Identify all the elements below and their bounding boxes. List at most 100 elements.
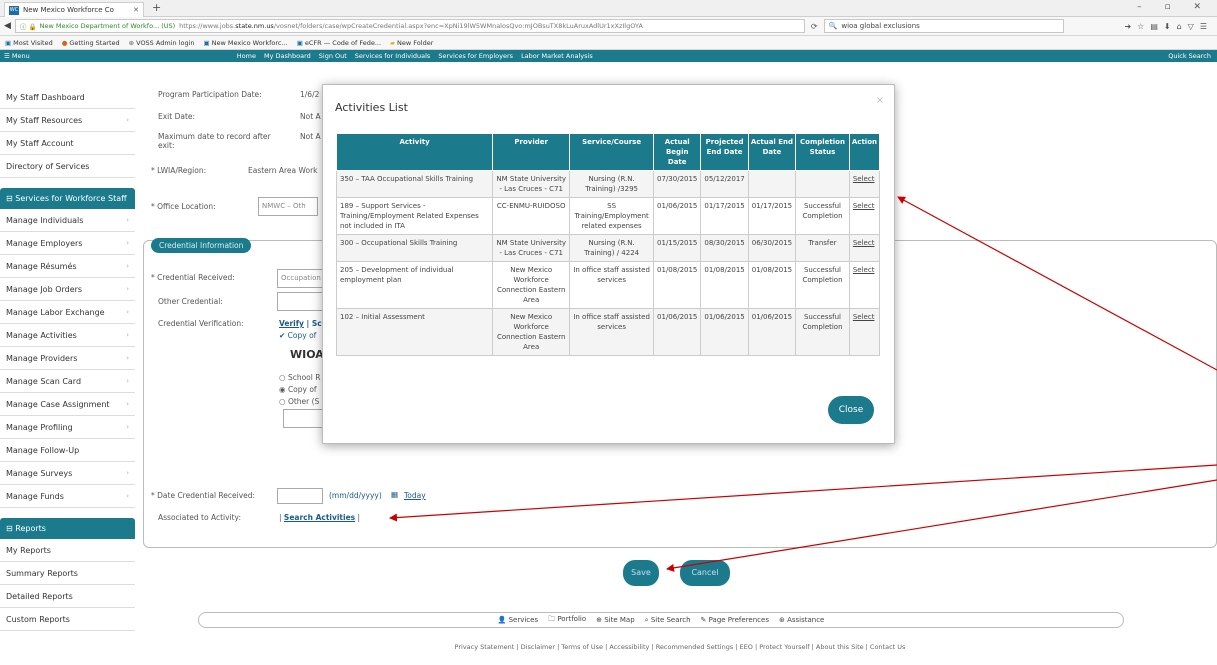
cell-activity: 205 – Development of individual employme… [335,261,494,309]
calendar-icon[interactable]: ▦ [391,490,398,499]
sidebar-item[interactable]: Manage Surveys › [0,462,135,485]
select-link[interactable]: Select [848,308,881,356]
sidebar: My Staff Dashboard My Staff Resources › M… [0,86,135,665]
browser-tab[interactable]: WC New Mexico Workforce Co ✕ [4,2,144,17]
sidebar-item[interactable]: Manage Résumés › [0,255,135,278]
today-link[interactable]: Today [404,491,426,500]
chevron-right-icon: › [126,331,129,339]
sidebar-item[interactable]: Manage Labor Exchange › [0,301,135,324]
sidebar-item[interactable]: Manage Follow-Up [0,439,135,462]
sidebar-item-label: Manage Follow-Up [6,445,80,455]
exit-date-label: Exit Date: [158,112,196,121]
footer-page-preferences[interactable]: ✎ Page Preferences [701,616,769,624]
radio-other[interactable]: ○ Other (S [279,397,319,406]
sidebar-item[interactable]: Summary Reports [0,562,135,585]
url-path: /vosnet/folders/case/wpCreateCredential.… [273,22,643,30]
radio-copy-of[interactable]: ◉ Copy of [279,385,317,394]
nav-labor-market[interactable]: Labor Market Analysis [521,52,593,60]
toolbar-icons[interactable]: ➜☆▤⬇⌂▽☰ [1124,22,1213,31]
cell-actual-end: 06/30/2015 [747,234,797,262]
sidebar-item[interactable]: Manage Job Orders › [0,278,135,301]
search-activities-link[interactable]: Search Activities [284,513,355,522]
bookmark-label: VOSS Admin login [136,38,195,47]
footer-site-search[interactable]: ⌕ Site Search [645,616,691,625]
cell-activity: 300 – Occupational Skills Training [335,234,494,262]
cancel-button[interactable]: Cancel [680,560,730,586]
cell-provider: NM State University - Las Cruces - C71 [492,170,571,198]
address-bar[interactable]: ⓘ 🔒 New Mexico Department of Workfo... (… [14,19,805,33]
site-nav-links: Home My Dashboard Sign Out Services for … [237,52,593,60]
bookmark-item[interactable]: ▰ New Folder [390,39,433,47]
sidebar-item[interactable]: Manage Profiling › [0,416,135,439]
select-link[interactable]: Select [848,197,881,235]
sidebar-item[interactable]: My Staff Resources › [0,109,135,132]
radio-school-record[interactable]: ○ School R [279,373,320,382]
table-row: 189 – Support Services - Training/Employ… [335,197,881,235]
chevron-right-icon: › [126,308,129,316]
bookmark-item[interactable]: ▣ eCFR — Code of Fede... [297,39,381,47]
sidebar-item[interactable]: Manage Employers › [0,232,135,255]
nav-services-individuals[interactable]: Services for Individuals [355,52,431,60]
sidebar-item[interactable]: My Staff Dashboard [0,86,135,109]
close-icon[interactable]: × [876,95,884,106]
col-actual-begin: Actual Begin Date [653,133,702,171]
sidebar-item[interactable]: Custom Reports [0,608,135,631]
footer-services[interactable]: 👤 Services [498,616,538,624]
footer-assistance[interactable]: ⊛ Assistance [779,616,824,624]
office-location-select[interactable]: NMWC – Oth [258,197,318,216]
sidebar-item[interactable]: Manage Providers › [0,347,135,370]
bookmark-item[interactable]: ⊛ VOSS Admin login [129,39,195,47]
cell-status: Successful Completion [795,261,850,309]
sidebar-item[interactable]: Directory of Services [0,155,135,178]
bookmark-item[interactable]: ▣ Most Visited [5,39,53,47]
sidebar-section-workforce[interactable]: ⊟ Services for Workforce Staff [0,188,135,209]
footer-links[interactable]: Privacy Statement | Disclaimer | Terms o… [143,643,1217,651]
sidebar-item-label: My Staff Resources [6,115,83,125]
sidebar-item[interactable]: Detailed Reports [0,585,135,608]
sidebar-item[interactable]: My Staff Account [0,132,135,155]
table-header-row: Activity Provider Service/Course Actual … [335,133,881,171]
window-controls[interactable]: – ▫ ✕ [1137,2,1211,12]
back-icon[interactable]: ◀ [4,21,11,31]
select-link[interactable]: Select [848,261,881,309]
sidebar-item[interactable]: My Reports [0,539,135,562]
menu-button[interactable]: ☰ Menu [4,52,30,60]
col-completion-status: Completion Status [795,133,850,171]
new-tab-icon[interactable]: + [152,1,161,14]
associated-activity-label: Associated to Activity: [158,513,241,522]
search-activities-wrap: | Search Activities | [279,513,361,522]
lock-icon: ⓘ 🔒 [19,23,37,31]
verify-link[interactable]: Verify [279,319,304,328]
sidebar-item[interactable]: Manage Individuals › [0,209,135,232]
close-tab-icon[interactable]: ✕ [133,6,139,14]
close-button[interactable]: Close [828,396,874,424]
col-actual-end: Actual End Date [747,133,797,171]
cell-service: Nursing (R.N. Training) /3295 [569,170,655,198]
nav-sign-out[interactable]: Sign Out [319,52,347,60]
select-link[interactable]: Select [848,234,881,262]
bookmark-item[interactable]: ▣ New Mexico Workforc... [204,39,288,47]
reload-icon[interactable]: ⟳ [811,22,818,31]
date-received-input[interactable] [277,488,323,504]
sidebar-item-label: Custom Reports [6,614,70,624]
browser-search-input[interactable]: 🔍 wioa global exclusions [823,19,1064,33]
sidebar-section-reports[interactable]: ⊟ Reports [0,518,135,539]
office-location-value: NMWC – Oth [262,202,306,210]
bookmark-item[interactable]: ● Getting Started [62,39,120,47]
nav-services-employers[interactable]: Services for Employers [438,52,513,60]
sidebar-item[interactable]: Manage Funds › [0,485,135,508]
bookmark-icon: ● [61,38,68,47]
select-link[interactable]: Select [848,170,881,198]
nav-my-dashboard[interactable]: My Dashboard [264,52,311,60]
save-button[interactable]: Save [623,560,659,586]
sidebar-item[interactable]: Manage Activities › [0,324,135,347]
other-specify-input[interactable] [283,409,323,428]
col-provider: Provider [492,133,571,171]
nav-home[interactable]: Home [237,52,256,60]
sidebar-item[interactable]: Manage Case Assignment › [0,393,135,416]
footer-site-map[interactable]: ⊕ Site Map [596,616,635,624]
quick-search-link[interactable]: Quick Search [1168,52,1213,60]
sidebar-item[interactable]: Manage Scan Card › [0,370,135,393]
footer-portfolio[interactable]: 🗀 Portfolio [548,615,586,626]
sidebar-item-label: Manage Job Orders [6,284,83,294]
